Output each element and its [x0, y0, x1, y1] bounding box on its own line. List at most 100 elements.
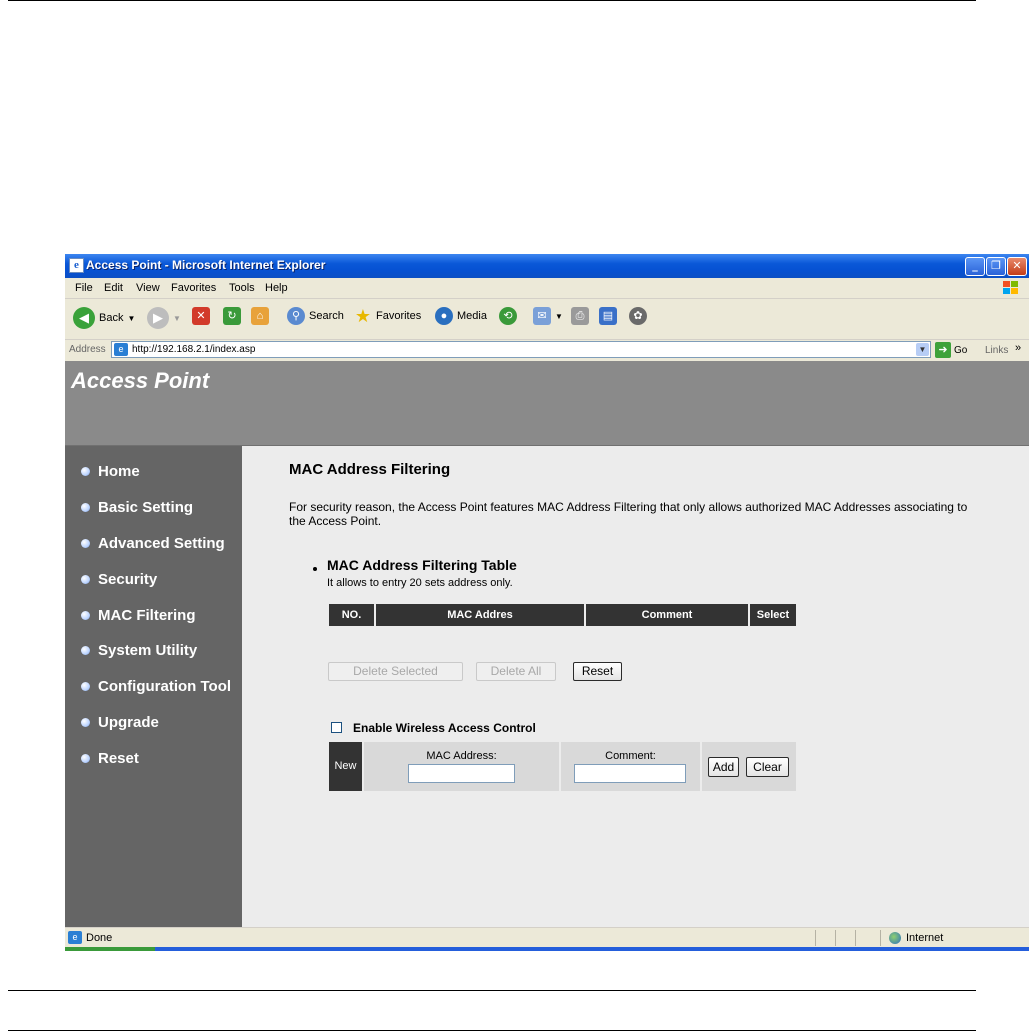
history-icon: ⟲	[499, 307, 517, 325]
forward-dropdown-icon[interactable]: ▼	[173, 314, 181, 323]
sidebar-item-system-utility[interactable]: System Utility	[81, 642, 197, 659]
comment-label: Comment:	[605, 750, 656, 762]
favorites-label: Favorites	[376, 310, 422, 322]
menu-help[interactable]: Help	[265, 282, 288, 294]
mac-address-input[interactable]	[408, 764, 515, 783]
bullet-icon	[81, 646, 90, 655]
mail-button[interactable]: ✉ ▼	[533, 307, 563, 325]
back-button[interactable]: ◀ Back ▼	[73, 307, 135, 329]
internet-globe-icon	[889, 932, 901, 944]
address-dropdown-icon[interactable]: ▼	[916, 343, 929, 356]
menu-view[interactable]: View	[136, 282, 160, 294]
sidebar-item-home[interactable]: Home	[81, 463, 140, 480]
bullet-icon	[81, 503, 90, 512]
stop-button[interactable]: ✕	[192, 307, 210, 325]
menu-edit[interactable]: Edit	[104, 282, 123, 294]
bullet-icon	[81, 754, 90, 763]
comment-input[interactable]	[574, 764, 686, 783]
menu-tools[interactable]: Tools	[229, 282, 255, 294]
sidebar-item-label: System Utility	[98, 642, 198, 659]
print-icon: ⎙	[571, 307, 589, 325]
stop-icon: ✕	[192, 307, 210, 325]
clear-button[interactable]: Clear	[746, 757, 789, 777]
print-button[interactable]: ⎙	[571, 307, 589, 325]
sidebar-item-upgrade[interactable]: Upgrade	[81, 714, 159, 731]
status-divider	[815, 930, 816, 946]
bottom-rule-1	[8, 990, 976, 991]
address-input[interactable]: e http://192.168.2.1/index.asp ▼	[111, 341, 931, 358]
forward-button[interactable]: ▶ ▼	[147, 307, 181, 329]
status-divider	[880, 930, 881, 946]
section-bullet-icon	[313, 567, 317, 571]
delete-all-button[interactable]: Delete All	[476, 662, 556, 681]
search-icon: ⚲	[287, 307, 305, 325]
page-description: For security reason, the Access Point fe…	[289, 500, 968, 528]
title-bar[interactable]: e Access Point - Microsoft Internet Expl…	[65, 254, 1029, 278]
bottom-rule-2	[8, 1030, 976, 1031]
sidebar-item-label: Basic Setting	[98, 499, 194, 516]
reset-button[interactable]: Reset	[573, 662, 622, 681]
page-title: MAC Address Filtering	[289, 461, 451, 478]
home-button[interactable]: ⌂	[251, 307, 269, 325]
address-url[interactable]: http://192.168.2.1/index.asp	[132, 344, 255, 355]
page-content: Access Point Home Basic Setting Advanced…	[65, 361, 1029, 927]
media-label: Media	[457, 310, 487, 322]
sidebar-item-advanced-setting[interactable]: Advanced Setting	[81, 535, 225, 552]
back-arrow-icon: ◀	[73, 307, 95, 329]
sidebar-item-mac-filtering[interactable]: MAC Filtering	[81, 607, 196, 624]
sidebar-item-security[interactable]: Security	[81, 571, 157, 588]
links-chevron-icon[interactable]: »	[1015, 342, 1021, 354]
messenger-button[interactable]: ✿	[629, 307, 647, 325]
address-label: Address	[69, 344, 106, 355]
sidebar-item-reset[interactable]: Reset	[81, 750, 139, 767]
media-globe-icon: ●	[435, 307, 453, 325]
bullet-icon	[81, 539, 90, 548]
sidebar-item-label: MAC Filtering	[98, 607, 196, 624]
page-status-icon: e	[68, 931, 82, 944]
delete-selected-button[interactable]: Delete Selected	[328, 662, 463, 681]
sidebar-item-label: Advanced Setting	[98, 535, 225, 552]
favorites-button[interactable]: ★ Favorites	[354, 307, 421, 325]
menu-favorites[interactable]: Favorites	[171, 282, 216, 294]
edit-button[interactable]: ▤	[599, 307, 617, 325]
ie-page-icon: e	[114, 343, 128, 356]
search-button[interactable]: ⚲ Search	[287, 307, 344, 325]
table-header-no: NO.	[329, 604, 374, 626]
new-entry-label: New	[329, 742, 362, 791]
section-subtitle: It allows to entry 20 sets address only.	[327, 577, 513, 589]
links-button[interactable]: Links	[985, 345, 1008, 356]
banner-title: Access Point	[71, 368, 210, 393]
go-arrow-icon[interactable]: ➜	[935, 342, 951, 358]
sidebar-item-basic-setting[interactable]: Basic Setting	[81, 499, 193, 516]
security-zone: Internet	[906, 932, 944, 944]
bullet-icon	[81, 467, 90, 476]
sidebar-item-configuration-tool[interactable]: Configuration Tool	[81, 678, 231, 695]
status-text: Done	[86, 932, 113, 944]
back-dropdown-icon[interactable]: ▼	[127, 314, 135, 323]
enable-access-control-checkbox[interactable]	[331, 722, 342, 733]
close-button[interactable]: ✕	[1007, 257, 1027, 276]
edit-page-icon: ▤	[599, 307, 617, 325]
mail-dropdown-icon[interactable]: ▼	[555, 312, 563, 321]
forward-arrow-icon: ▶	[147, 307, 169, 329]
add-button[interactable]: Add	[708, 757, 739, 777]
address-bar: Address e http://192.168.2.1/index.asp ▼…	[65, 340, 1029, 361]
bullet-icon	[81, 718, 90, 727]
sidebar-item-label: Configuration Tool	[98, 678, 232, 695]
status-divider	[855, 930, 856, 946]
minimize-button[interactable]: _	[965, 257, 985, 276]
status-bar: e Done Internet	[65, 927, 1029, 948]
windows-flag-icon	[999, 280, 1023, 298]
ie-page-icon: e	[69, 258, 84, 273]
bullet-icon	[81, 611, 90, 620]
enable-access-control-label: Enable Wireless Access Control	[353, 721, 536, 735]
mac-address-label: MAC Address:	[426, 750, 497, 762]
bullet-icon	[81, 682, 90, 691]
media-button[interactable]: ● Media	[435, 307, 487, 325]
menu-file[interactable]: File	[75, 282, 93, 294]
go-button[interactable]: Go	[954, 345, 967, 356]
refresh-button[interactable]: ↻	[223, 307, 241, 325]
restore-button[interactable]: ❐	[986, 257, 1006, 276]
history-button[interactable]: ⟲	[499, 307, 517, 325]
status-divider	[835, 930, 836, 946]
